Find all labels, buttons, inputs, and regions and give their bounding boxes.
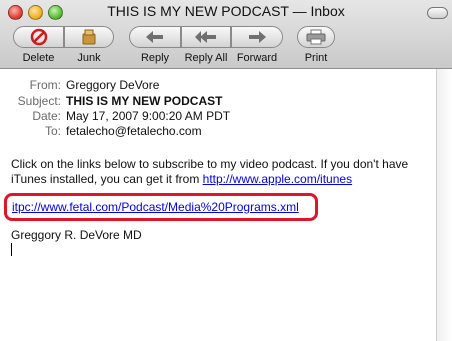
- junk-icon: [82, 29, 96, 45]
- print-button[interactable]: [297, 26, 335, 48]
- window-title: THIS IS MY NEW PODCAST — Inbox: [107, 3, 345, 19]
- reply-all-label: Reply All: [184, 52, 228, 64]
- message-body: Click on the links below to subscribe to…: [11, 157, 411, 187]
- reply-label: Reply: [140, 52, 170, 64]
- apple-itunes-link[interactable]: http://www.apple.com/itunes: [203, 172, 352, 186]
- subject-key: Subject:: [17, 94, 61, 108]
- reply-arrow-icon: [146, 31, 163, 43]
- junk-label: Junk: [77, 52, 101, 64]
- vertical-scrollbar[interactable]: [436, 69, 452, 341]
- forward-arrow-icon: [249, 31, 266, 43]
- printer-icon: [306, 29, 326, 45]
- mail-message-window: THIS IS MY NEW PODCAST — Inbox Delete Ju…: [0, 0, 452, 341]
- podcast-subscribe-link[interactable]: itpc://www.fetal.com/Podcast/Media%20Pro…: [12, 200, 299, 214]
- print-label: Print: [304, 52, 328, 64]
- text-cursor: [11, 243, 12, 256]
- reply-all-arrow-icon: [195, 31, 216, 43]
- subject-value: THIS IS MY NEW PODCAST: [66, 94, 223, 108]
- window-toolbar: THIS IS MY NEW PODCAST — Inbox Delete Ju…: [0, 0, 452, 69]
- to-value[interactable]: fetalecho@fetalecho.com: [66, 124, 202, 138]
- from-value[interactable]: Greggory DeVore: [66, 78, 159, 92]
- forward-label: Forward: [236, 52, 278, 64]
- from-key: From:: [29, 78, 61, 92]
- forward-button[interactable]: [231, 26, 283, 48]
- delete-icon: [30, 28, 47, 46]
- to-key: To:: [44, 124, 61, 138]
- reply-all-button[interactable]: [181, 26, 231, 48]
- date-key: Date:: [32, 109, 61, 123]
- delete-label: Delete: [22, 52, 55, 64]
- junk-button[interactable]: [64, 26, 114, 48]
- delete-button[interactable]: [13, 26, 64, 48]
- toolbar-toggle-button[interactable]: [427, 7, 448, 19]
- reply-button[interactable]: [129, 26, 181, 48]
- date-value: May 17, 2007 9:00:20 AM PDT: [66, 109, 231, 123]
- signature: Greggory R. DeVore MD: [11, 228, 142, 242]
